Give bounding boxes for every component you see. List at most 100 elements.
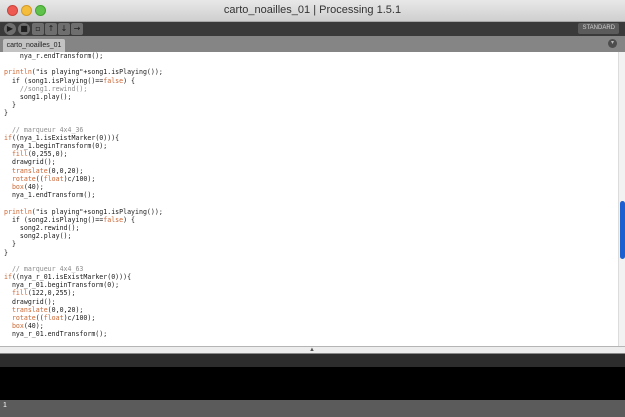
code-text[interactable]: nya_r.endTransform(); println("is playing… (4, 52, 163, 346)
code-line[interactable]: if((nya_r_01.isExistMarker(0))){ (4, 273, 163, 281)
code-line[interactable]: drawgrid(); (4, 158, 163, 166)
tab-carto-noailles-01[interactable]: carto_noailles_01 (3, 39, 65, 52)
code-line[interactable]: if (song1.isPlaying()==false) { (4, 77, 163, 85)
code-token: ("is playing"+song1.isPlaying()); (31, 207, 163, 216)
code-line[interactable]: song1.play(); (4, 93, 163, 101)
code-line[interactable]: translate(0,0,20); (4, 167, 163, 175)
code-line[interactable]: nya_r_01.endTransform(); (4, 330, 163, 338)
code-token: ("is playing"+song1.isPlaying()); (31, 68, 163, 77)
code-token: } (4, 240, 16, 249)
code-line[interactable]: if (song2.isPlaying()==false) { (4, 216, 163, 224)
code-token: (0,0,20); (47, 166, 84, 175)
mode-selector[interactable]: STANDARD (578, 23, 619, 34)
code-line[interactable] (4, 257, 163, 265)
code-token: } (4, 109, 8, 118)
console-output (0, 367, 625, 400)
code-token: if (song1.isPlaying()== (4, 76, 104, 85)
code-line[interactable]: rotate((float)c/100); (4, 314, 163, 322)
code-token: (0,0,20); (47, 305, 84, 314)
code-line[interactable]: song2.rewind(); (4, 224, 163, 232)
tab-menu-icon[interactable]: ▾ (608, 39, 617, 48)
code-token: nya_r_01.endTransform(); (4, 330, 108, 339)
editor-scrollbar[interactable] (618, 52, 625, 346)
tab-bar: carto_noailles_01 ▾ (0, 36, 625, 52)
line-number: 1 (3, 402, 7, 409)
code-line[interactable]: rotate((float)c/100); (4, 175, 163, 183)
code-line[interactable]: // marqueur 4x4_36 (4, 126, 163, 134)
console-splitter[interactable]: ▲ (0, 346, 625, 354)
code-keyword: false (103, 215, 124, 224)
code-token: } (4, 101, 16, 110)
code-token: song1.play(); (4, 92, 72, 101)
code-line[interactable]: } (4, 101, 163, 109)
title-bar: carto_noailles_01 | Processing 1.5.1 (0, 0, 625, 22)
code-line[interactable]: // marqueur 4x4_63 (4, 265, 163, 273)
scrollbar-thumb[interactable] (620, 201, 625, 259)
code-line[interactable]: drawgrid(); (4, 298, 163, 306)
code-token: )c/100); (63, 174, 96, 183)
code-line[interactable]: fill(0,255,0); (4, 150, 163, 158)
window-title: carto_noailles_01 | Processing 1.5.1 (223, 4, 402, 16)
open-button[interactable]: ↑ (45, 23, 57, 35)
code-line[interactable]: translate(0,0,20); (4, 306, 163, 314)
code-line[interactable]: song2.play(); (4, 232, 163, 240)
code-token: ((nya_1.isExistMarker(0))){ (11, 133, 120, 142)
code-line[interactable]: nya_r_01.beginTransform(0); (4, 281, 163, 289)
code-keyword: box (4, 183, 24, 191)
code-line[interactable]: box(40); (4, 183, 163, 191)
code-token: (( (35, 314, 44, 322)
code-token: (40); (23, 322, 44, 331)
code-token: (122,0,255); (27, 289, 76, 298)
code-line[interactable]: } (4, 249, 163, 257)
code-token: (( (35, 174, 44, 183)
line-number-bar: 1 (0, 400, 625, 417)
code-keyword: float (43, 314, 64, 322)
save-button[interactable]: ↓ (58, 23, 70, 35)
code-token: drawgrid(); (4, 158, 56, 167)
code-line[interactable] (4, 199, 163, 207)
code-line[interactable]: if((nya_1.isExistMarker(0))){ (4, 134, 163, 142)
message-area (0, 354, 625, 367)
code-token: ((nya_r_01.isExistMarker(0))){ (11, 273, 132, 282)
code-keyword: translate (4, 166, 48, 175)
code-keyword: if (4, 273, 12, 282)
code-keyword: println (4, 68, 32, 77)
code-token: ) { (123, 215, 136, 224)
code-keyword: fill (4, 150, 28, 159)
code-keyword: float (43, 174, 64, 183)
code-line[interactable]: } (4, 109, 163, 117)
code-line[interactable]: //song1.rewind(); (4, 85, 163, 93)
run-button[interactable]: ▶ (4, 23, 16, 35)
code-line[interactable] (4, 118, 163, 126)
export-button[interactable]: → (71, 23, 83, 35)
code-token: } (4, 248, 8, 257)
code-comment: // marqueur 4x4_36 (4, 125, 84, 134)
code-token: ) { (123, 76, 136, 85)
stop-button[interactable]: ■ (18, 23, 30, 35)
code-keyword: rotate (4, 174, 36, 183)
code-token: )c/100); (63, 314, 96, 322)
code-keyword: if (4, 133, 12, 142)
code-comment: //song1.rewind(); (4, 84, 88, 93)
code-line[interactable]: nya_r.endTransform(); (4, 52, 163, 60)
code-token: song2.rewind(); (4, 223, 80, 232)
code-line[interactable]: } (4, 240, 163, 248)
code-token: drawgrid(); (4, 297, 56, 306)
code-line[interactable]: box(40); (4, 322, 163, 330)
code-line[interactable]: println("is playing"+song1.isPlaying()); (4, 68, 163, 76)
code-line[interactable]: println("is playing"+song1.isPlaying()); (4, 208, 163, 216)
code-token: (40); (23, 183, 44, 191)
new-button[interactable]: ▫ (32, 23, 44, 35)
code-keyword: fill (4, 289, 28, 298)
code-line[interactable] (4, 60, 163, 68)
code-keyword: println (4, 207, 32, 216)
code-line[interactable]: nya_1.beginTransform(0); (4, 142, 163, 150)
code-line[interactable]: nya_1.endTransform(); (4, 191, 163, 199)
code-token: song2.play(); (4, 232, 72, 241)
code-line[interactable] (4, 339, 163, 346)
code-keyword: translate (4, 305, 48, 314)
processing-window: carto_noailles_01 | Processing 1.5.1 ▶ ■… (0, 0, 625, 417)
code-editor[interactable]: nya_r.endTransform(); println("is playing… (0, 52, 625, 346)
code-token: if (song2.isPlaying()== (4, 215, 104, 224)
code-line[interactable]: fill(122,0,255); (4, 289, 163, 297)
